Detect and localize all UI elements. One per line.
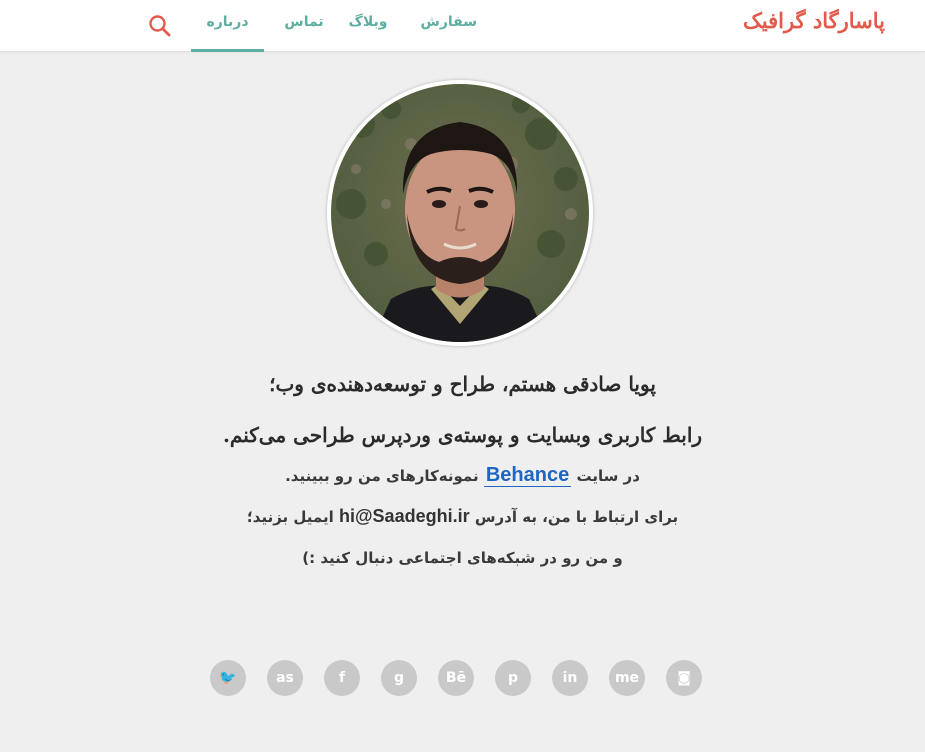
search-icon[interactable] xyxy=(148,14,172,38)
facebook-icon[interactable]: f xyxy=(324,660,360,696)
nav-item-about[interactable]: درباره xyxy=(191,14,264,52)
email-address[interactable]: hi@Saadeghi.ir xyxy=(339,506,470,526)
site-logo[interactable]: پاسارگاد گرافیک xyxy=(743,8,885,33)
social-links: 🐦 as f g Bē p in me ◙ xyxy=(210,660,703,696)
instagram-icon[interactable]: ◙ xyxy=(666,660,702,696)
lastfm-icon[interactable]: as xyxy=(267,660,303,696)
nav-item-contact[interactable]: تماس xyxy=(281,14,327,52)
bio-line-4-before: برای ارتباط با من، به آدرس xyxy=(474,508,679,526)
bio-line-3-before: در سایت xyxy=(576,467,640,485)
linkedin-icon[interactable]: in xyxy=(552,660,588,696)
bio-line-3-after: نمونه‌کارهای من رو ببینید. xyxy=(285,467,479,485)
bio-line-2: رابط کاربری وبسایت و پوسته‌ی وردپرس طراح… xyxy=(222,423,703,447)
google-icon[interactable]: g xyxy=(381,660,417,696)
bio-line-1: پویا صادقی هستم، طراح و توسعه‌دهنده‌ی وب… xyxy=(269,372,656,396)
bio-line-4: برای ارتباط با من، به آدرس hi@Saadeghi.i… xyxy=(0,506,925,527)
site-header: پاسارگاد گرافیک سفارش وبلاگ تماس درباره xyxy=(0,0,925,52)
behance-link[interactable]: Behance xyxy=(483,464,572,487)
behance-icon[interactable]: Bē xyxy=(438,660,474,696)
avatar xyxy=(327,80,593,346)
twitter-icon[interactable]: 🐦 xyxy=(210,660,246,696)
bio-line-3: در سایت Behance نمونه‌کارهای من رو ببینی… xyxy=(0,464,925,487)
bio-line-4-after: ایمیل بزنید؛ xyxy=(246,508,334,526)
pinterest-icon[interactable]: p xyxy=(495,660,531,696)
aboutme-icon[interactable]: me xyxy=(609,660,645,696)
bio-line-5: و من رو در شبکه‌های اجتماعی دنبال کنید :… xyxy=(302,549,623,567)
nav-item-blog[interactable]: وبلاگ xyxy=(343,14,393,52)
nav-item-order[interactable]: سفارش xyxy=(421,14,477,52)
